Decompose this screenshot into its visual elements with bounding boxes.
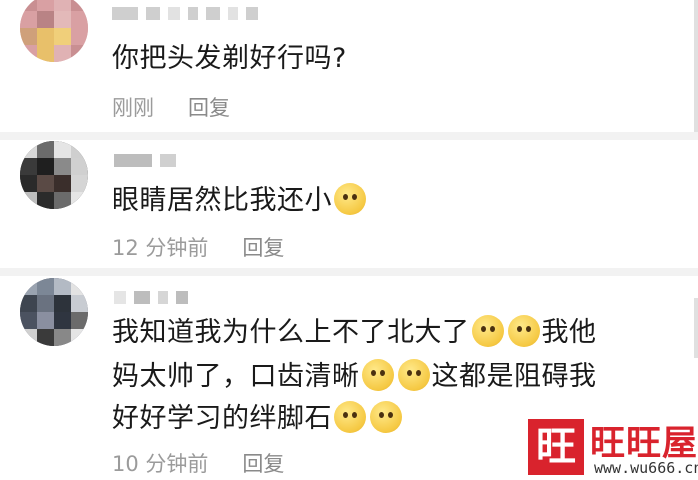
reply-button[interactable]: 回复 [242, 236, 284, 260]
username-blurred[interactable] [112, 6, 258, 20]
scrollbar[interactable] [694, 298, 698, 358]
watermark-url: www.wu666.cn [594, 459, 698, 477]
reply-button[interactable]: 回复 [242, 452, 284, 476]
comment-text-line: 这都是阻碍我 [431, 361, 597, 392]
pleading-emoji-icon [334, 401, 366, 433]
comment-card[interactable]: 你把头发剃好行吗? 刚刚 回复 [0, 0, 698, 132]
comment-text: 我知道我为什么上不了北大了 我他 [112, 310, 597, 356]
avatar[interactable] [20, 278, 88, 346]
comment-text-line: 好好学习的绊脚石 [112, 403, 332, 434]
comment-card[interactable]: 眼睛居然比我还小 12 分钟前 回复 [0, 140, 698, 268]
pleading-emoji-icon [507, 315, 540, 347]
comment-text-line: 妈太帅了，口齿清晰 [112, 361, 360, 392]
username-blurred[interactable] [114, 290, 188, 304]
comment-text-line: 我知道我为什么上不了北大了 [112, 317, 470, 348]
avatar[interactable] [20, 141, 88, 209]
comment-text-body: 眼睛居然比我还小 [112, 185, 332, 216]
pleading-emoji-icon [370, 401, 402, 433]
scrollbar[interactable] [694, 0, 698, 132]
comment-text: 你把头发剃好行吗? [112, 43, 347, 74]
comment-meta: 10 分钟前 回复 [112, 448, 284, 478]
avatar[interactable] [20, 0, 88, 62]
comment-time: 10 分钟前 [112, 452, 209, 476]
pleading-emoji-icon [397, 359, 430, 391]
comment-time: 刚刚 [112, 96, 154, 120]
comment-text: 好好学习的绊脚石 [112, 396, 404, 442]
reply-button[interactable]: 回复 [188, 96, 230, 120]
comment-text: 眼睛居然比我还小 [112, 178, 368, 224]
comment-text-line: 我他 [541, 317, 597, 348]
comment-text: 妈太帅了，口齿清晰 这都是阻碍我 [112, 354, 597, 400]
watermark-seal: 旺 [528, 419, 584, 475]
watermark-logo: 旺 旺旺屋 www.wu666.cn [520, 415, 698, 480]
pleading-emoji-icon [361, 359, 394, 391]
pleading-emoji-icon [471, 315, 504, 347]
comment-meta: 刚刚 回复 [112, 92, 230, 122]
comment-time: 12 分钟前 [112, 236, 209, 260]
comment-meta: 12 分钟前 回复 [112, 232, 284, 262]
username-blurred[interactable] [114, 153, 176, 167]
smile-emoji-icon [334, 183, 366, 215]
